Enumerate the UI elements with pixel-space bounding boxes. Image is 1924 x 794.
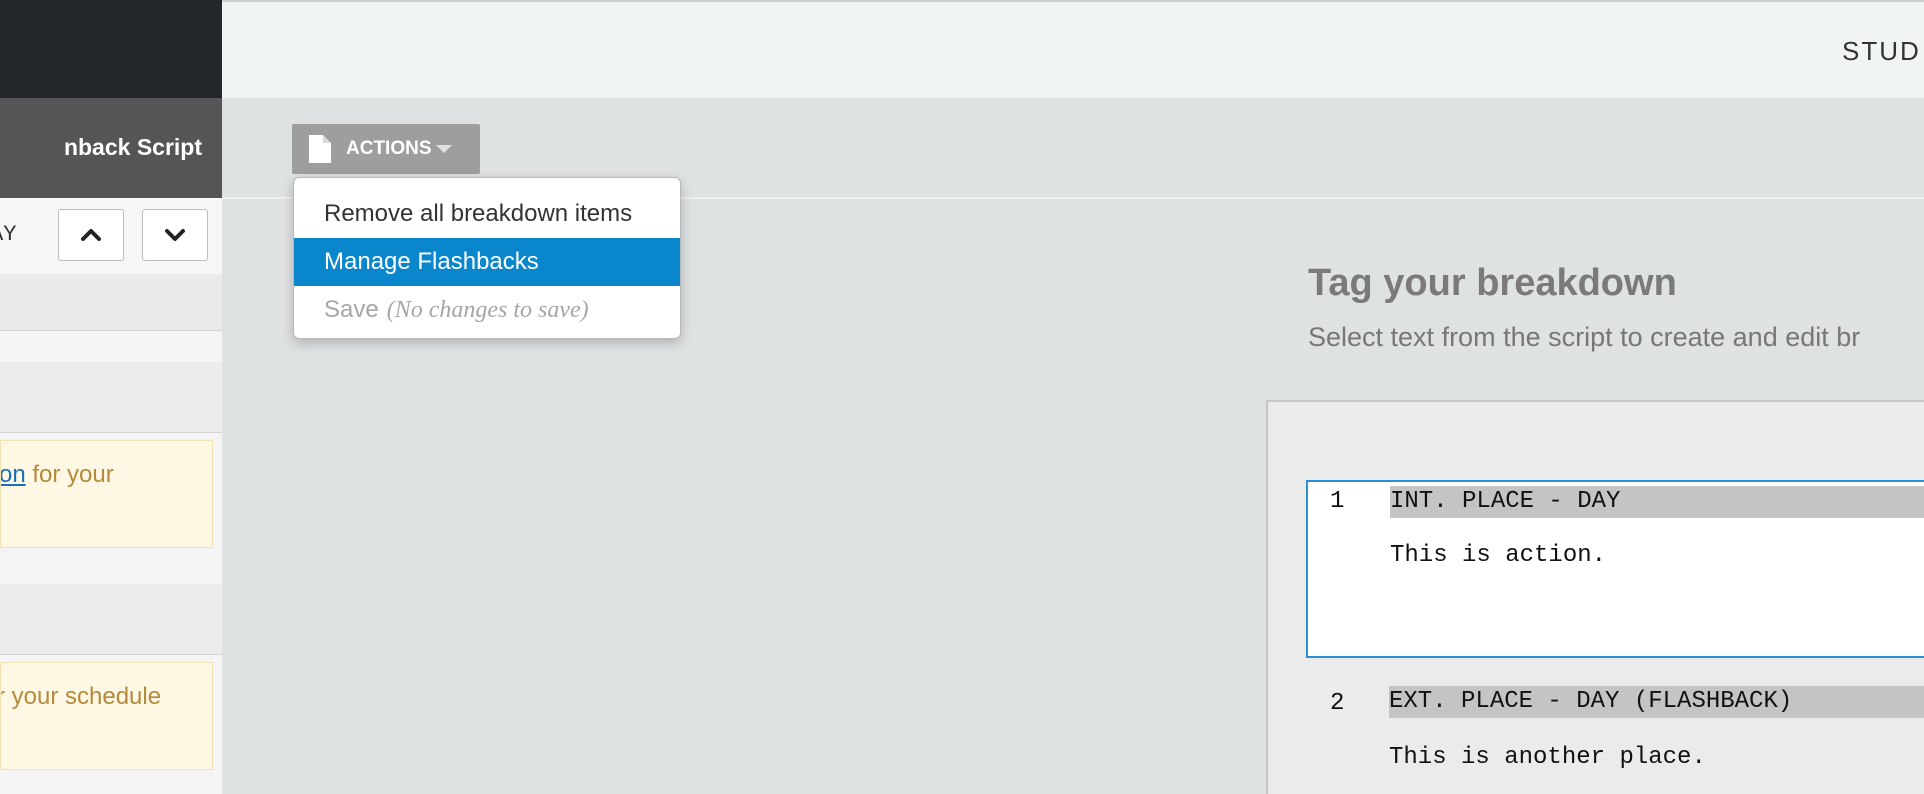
sidebar-section [0,274,222,331]
chevron-down-icon [165,229,185,241]
current-scene-label: AY [0,222,17,247]
scene-action[interactable]: This is another place. [1389,744,1706,771]
caret-down-icon [435,145,452,153]
sidebar-notice: on for your [0,440,213,548]
scene-number: 1 [1330,488,1345,515]
sidebar-notice-text: on for your [0,461,114,488]
document-icon [309,135,331,163]
page-title: Tag your breakdown [1308,262,1677,304]
menu-item-save[interactable]: Save (No changes to save) [294,286,680,334]
sidebar-section-header [0,362,222,433]
script-scene[interactable]: 2 EXT. PLACE - DAY (FLASHBACK) This is a… [1306,684,1924,794]
sidebar-notice: r your schedule [0,662,213,770]
menu-item-manage-flashbacks[interactable]: Manage Flashbacks [294,238,680,286]
top-bar: STUD [222,0,1924,98]
menu-item-remove-breakdown[interactable]: Remove all breakdown items [294,190,680,238]
save-hint: (No changes to save) [386,297,589,323]
scene-heading[interactable]: INT. PLACE - DAY [1390,486,1924,518]
page-subtitle: Select text from the script to create an… [1308,322,1861,352]
actions-menu: Remove all breakdown items Manage Flashb… [293,177,681,339]
sidebar-title-bar: nback Script [0,98,222,198]
sidebar-notice-link[interactable]: on [1,461,26,488]
next-scene-button[interactable] [142,209,208,261]
sidebar: nback Script AY on for your r your sched… [0,0,222,794]
previous-scene-button[interactable] [58,209,124,261]
sidebar-section-header [0,584,222,655]
scene-navigation: AY [0,198,222,275]
scene-heading[interactable]: EXT. PLACE - DAY (FLASHBACK) [1389,686,1924,718]
actions-label: ACTIONS [346,138,432,159]
studio-link[interactable]: STUD [1842,36,1921,67]
sidebar-notice-text: r your schedule [0,683,162,710]
sidebar-header [0,0,222,98]
script-scene[interactable]: 1 INT. PLACE - DAY This is action. [1306,480,1924,658]
scene-action[interactable]: This is action. [1390,542,1606,569]
actions-dropdown-button[interactable]: ACTIONS [292,124,480,174]
chevron-up-icon [81,229,101,241]
scene-number: 2 [1330,690,1345,717]
script-title: nback Script [63,134,202,160]
